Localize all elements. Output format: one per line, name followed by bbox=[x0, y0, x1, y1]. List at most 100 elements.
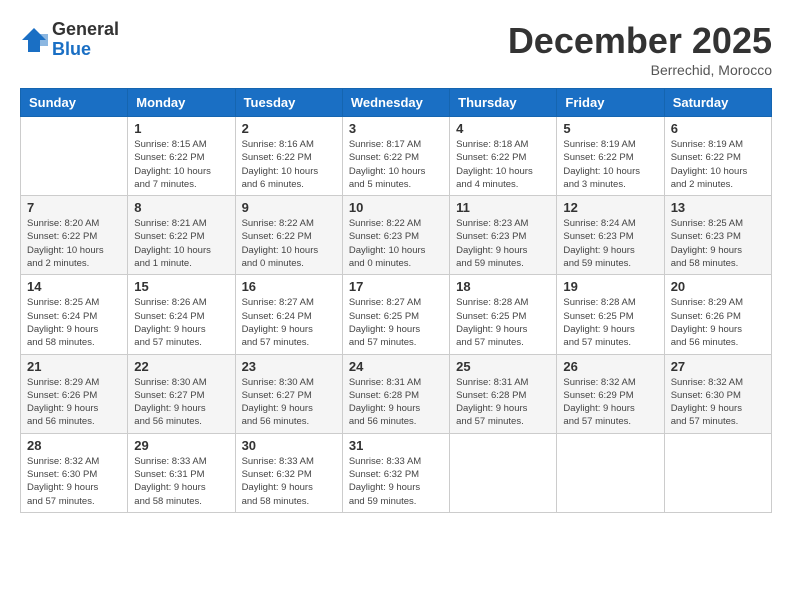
calendar-cell: 20 Sunrise: 8:29 AM Sunset: 6:26 PM Dayli… bbox=[664, 275, 771, 354]
calendar-cell: 26Sunrise: 8:32 AM Sunset: 6:29 PM Dayli… bbox=[557, 354, 664, 433]
logo-blue: Blue bbox=[52, 39, 91, 59]
calendar-cell: 23 Sunrise: 8:30 AM Sunset: 6:27 PM Dayli… bbox=[235, 354, 342, 433]
weekday-header-wednesday: Wednesday bbox=[342, 89, 449, 117]
day-number: 13 bbox=[671, 200, 765, 215]
day-info: Sunrise: 8:18 AM Sunset: 6:22 PM Dayligh… bbox=[456, 138, 550, 191]
logo-general: General bbox=[52, 19, 119, 39]
month-title: December 2025 bbox=[508, 20, 772, 62]
day-number: 10 bbox=[349, 200, 443, 215]
day-number: 16 bbox=[242, 279, 336, 294]
day-info: Sunrise: 8:20 AM Sunset: 6:22 PM Dayligh… bbox=[27, 217, 121, 270]
day-info: Sunrise: 8:32 AM Sunset: 6:30 PM Dayligh… bbox=[27, 455, 121, 508]
day-number: 11 bbox=[456, 200, 550, 215]
calendar-cell: 29Sunrise: 8:33 AM Sunset: 6:31 PM Dayli… bbox=[128, 433, 235, 512]
day-number: 15 bbox=[134, 279, 228, 294]
day-number: 24 bbox=[349, 359, 443, 374]
day-info: Sunrise: 8:22 AM Sunset: 6:22 PM Dayligh… bbox=[242, 217, 336, 270]
calendar-cell: 14 Sunrise: 8:25 AM Sunset: 6:24 PM Dayli… bbox=[21, 275, 128, 354]
logo-text: General Blue bbox=[52, 20, 119, 60]
day-number: 22 bbox=[134, 359, 228, 374]
day-info: Sunrise: 8:21 AM Sunset: 6:22 PM Dayligh… bbox=[134, 217, 228, 270]
day-number: 17 bbox=[349, 279, 443, 294]
weekday-header-row: SundayMondayTuesdayWednesdayThursdayFrid… bbox=[21, 89, 772, 117]
weekday-header-monday: Monday bbox=[128, 89, 235, 117]
calendar-cell: 16Sunrise: 8:27 AM Sunset: 6:24 PM Dayli… bbox=[235, 275, 342, 354]
logo-icon bbox=[20, 26, 48, 54]
day-info: Sunrise: 8:19 AM Sunset: 6:22 PM Dayligh… bbox=[563, 138, 657, 191]
calendar-cell: 22 Sunrise: 8:30 AM Sunset: 6:27 PM Dayli… bbox=[128, 354, 235, 433]
title-area: December 2025 Berrechid, Morocco bbox=[508, 20, 772, 78]
day-info: Sunrise: 8:19 AM Sunset: 6:22 PM Dayligh… bbox=[671, 138, 765, 191]
logo: General Blue bbox=[20, 20, 119, 60]
calendar-cell: 31Sunrise: 8:33 AM Sunset: 6:32 PM Dayli… bbox=[342, 433, 449, 512]
calendar-cell: 7 Sunrise: 8:20 AM Sunset: 6:22 PM Daylig… bbox=[21, 196, 128, 275]
day-info: Sunrise: 8:27 AM Sunset: 6:25 PM Dayligh… bbox=[349, 296, 443, 349]
weekday-header-tuesday: Tuesday bbox=[235, 89, 342, 117]
weekday-header-saturday: Saturday bbox=[664, 89, 771, 117]
day-number: 23 bbox=[242, 359, 336, 374]
day-number: 8 bbox=[134, 200, 228, 215]
day-number: 14 bbox=[27, 279, 121, 294]
day-info: Sunrise: 8:32 AM Sunset: 6:29 PM Dayligh… bbox=[563, 376, 657, 429]
day-info: Sunrise: 8:25 AM Sunset: 6:24 PM Dayligh… bbox=[27, 296, 121, 349]
day-number: 12 bbox=[563, 200, 657, 215]
day-number: 25 bbox=[456, 359, 550, 374]
calendar-cell: 9 Sunrise: 8:22 AM Sunset: 6:22 PM Daylig… bbox=[235, 196, 342, 275]
day-info: Sunrise: 8:29 AM Sunset: 6:26 PM Dayligh… bbox=[27, 376, 121, 429]
calendar-cell bbox=[557, 433, 664, 512]
day-info: Sunrise: 8:25 AM Sunset: 6:23 PM Dayligh… bbox=[671, 217, 765, 270]
day-number: 9 bbox=[242, 200, 336, 215]
day-info: Sunrise: 8:31 AM Sunset: 6:28 PM Dayligh… bbox=[349, 376, 443, 429]
day-number: 2 bbox=[242, 121, 336, 136]
week-row-1: 1Sunrise: 8:15 AM Sunset: 6:22 PM Daylig… bbox=[21, 117, 772, 196]
calendar-cell bbox=[450, 433, 557, 512]
day-number: 5 bbox=[563, 121, 657, 136]
day-info: Sunrise: 8:33 AM Sunset: 6:31 PM Dayligh… bbox=[134, 455, 228, 508]
calendar-cell: 2 Sunrise: 8:16 AM Sunset: 6:22 PM Daylig… bbox=[235, 117, 342, 196]
calendar-cell: 8 Sunrise: 8:21 AM Sunset: 6:22 PM Daylig… bbox=[128, 196, 235, 275]
calendar-cell: 10 Sunrise: 8:22 AM Sunset: 6:23 PM Dayli… bbox=[342, 196, 449, 275]
calendar-cell: 24 Sunrise: 8:31 AM Sunset: 6:28 PM Dayli… bbox=[342, 354, 449, 433]
calendar-cell: 4Sunrise: 8:18 AM Sunset: 6:22 PM Daylig… bbox=[450, 117, 557, 196]
day-number: 6 bbox=[671, 121, 765, 136]
weekday-header-friday: Friday bbox=[557, 89, 664, 117]
day-number: 31 bbox=[349, 438, 443, 453]
day-info: Sunrise: 8:16 AM Sunset: 6:22 PM Dayligh… bbox=[242, 138, 336, 191]
calendar-cell: 12 Sunrise: 8:24 AM Sunset: 6:23 PM Dayli… bbox=[557, 196, 664, 275]
day-info: Sunrise: 8:17 AM Sunset: 6:22 PM Dayligh… bbox=[349, 138, 443, 191]
day-number: 19 bbox=[563, 279, 657, 294]
day-info: Sunrise: 8:24 AM Sunset: 6:23 PM Dayligh… bbox=[563, 217, 657, 270]
day-number: 21 bbox=[27, 359, 121, 374]
calendar-cell: 18Sunrise: 8:28 AM Sunset: 6:25 PM Dayli… bbox=[450, 275, 557, 354]
week-row-5: 28Sunrise: 8:32 AM Sunset: 6:30 PM Dayli… bbox=[21, 433, 772, 512]
calendar-cell: 5 Sunrise: 8:19 AM Sunset: 6:22 PM Daylig… bbox=[557, 117, 664, 196]
calendar-cell: 25 Sunrise: 8:31 AM Sunset: 6:28 PM Dayli… bbox=[450, 354, 557, 433]
calendar-cell: 30Sunrise: 8:33 AM Sunset: 6:32 PM Dayli… bbox=[235, 433, 342, 512]
calendar-cell: 19 Sunrise: 8:28 AM Sunset: 6:25 PM Dayli… bbox=[557, 275, 664, 354]
calendar-cell: 6 Sunrise: 8:19 AM Sunset: 6:22 PM Daylig… bbox=[664, 117, 771, 196]
calendar-cell: 1Sunrise: 8:15 AM Sunset: 6:22 PM Daylig… bbox=[128, 117, 235, 196]
week-row-3: 14 Sunrise: 8:25 AM Sunset: 6:24 PM Dayli… bbox=[21, 275, 772, 354]
calendar-cell: 13 Sunrise: 8:25 AM Sunset: 6:23 PM Dayli… bbox=[664, 196, 771, 275]
day-info: Sunrise: 8:30 AM Sunset: 6:27 PM Dayligh… bbox=[134, 376, 228, 429]
day-number: 20 bbox=[671, 279, 765, 294]
day-info: Sunrise: 8:29 AM Sunset: 6:26 PM Dayligh… bbox=[671, 296, 765, 349]
weekday-header-sunday: Sunday bbox=[21, 89, 128, 117]
calendar-cell bbox=[21, 117, 128, 196]
day-number: 27 bbox=[671, 359, 765, 374]
calendar-cell: 17 Sunrise: 8:27 AM Sunset: 6:25 PM Dayli… bbox=[342, 275, 449, 354]
calendar-cell: 21 Sunrise: 8:29 AM Sunset: 6:26 PM Dayli… bbox=[21, 354, 128, 433]
day-info: Sunrise: 8:26 AM Sunset: 6:24 PM Dayligh… bbox=[134, 296, 228, 349]
day-info: Sunrise: 8:22 AM Sunset: 6:23 PM Dayligh… bbox=[349, 217, 443, 270]
calendar-cell: 27 Sunrise: 8:32 AM Sunset: 6:30 PM Dayli… bbox=[664, 354, 771, 433]
week-row-2: 7 Sunrise: 8:20 AM Sunset: 6:22 PM Daylig… bbox=[21, 196, 772, 275]
calendar-cell: 15 Sunrise: 8:26 AM Sunset: 6:24 PM Dayli… bbox=[128, 275, 235, 354]
calendar-cell: 28Sunrise: 8:32 AM Sunset: 6:30 PM Dayli… bbox=[21, 433, 128, 512]
day-info: Sunrise: 8:28 AM Sunset: 6:25 PM Dayligh… bbox=[563, 296, 657, 349]
calendar-cell: 3Sunrise: 8:17 AM Sunset: 6:22 PM Daylig… bbox=[342, 117, 449, 196]
day-number: 7 bbox=[27, 200, 121, 215]
day-info: Sunrise: 8:31 AM Sunset: 6:28 PM Dayligh… bbox=[456, 376, 550, 429]
day-number: 30 bbox=[242, 438, 336, 453]
day-info: Sunrise: 8:30 AM Sunset: 6:27 PM Dayligh… bbox=[242, 376, 336, 429]
day-info: Sunrise: 8:32 AM Sunset: 6:30 PM Dayligh… bbox=[671, 376, 765, 429]
